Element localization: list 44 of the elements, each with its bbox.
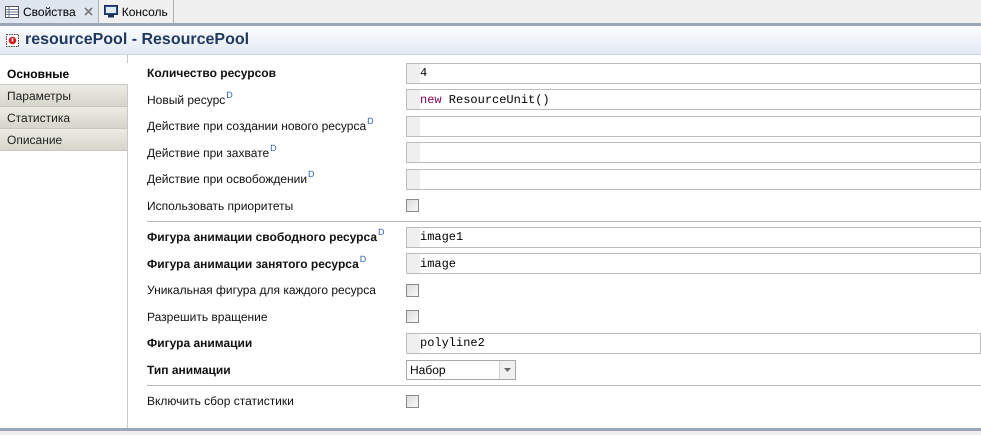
checkbox[interactable]: [406, 394, 419, 408]
property-label: Количество ресурсов: [147, 65, 276, 82]
property-label: Фигура анимации свободного ресурса: [147, 229, 377, 246]
property-label: Использовать приоритеты: [147, 198, 294, 215]
monitor-icon: [104, 5, 118, 18]
dynamic-marker: D: [367, 117, 374, 126]
sidebar-tab[interactable]: Описание: [0, 129, 127, 151]
input-field[interactable]: image: [406, 253, 981, 274]
property-label: Уникальная фигура для каждого ресурса: [147, 282, 376, 300]
property-label: Действие при освобождении: [147, 171, 308, 188]
property-label: Фигура анимации: [147, 335, 252, 352]
property-label: Разрешить вращение: [147, 308, 268, 326]
view-tab[interactable]: Свойства: [0, 0, 99, 23]
sidebar-tab[interactable]: Параметры: [0, 85, 127, 107]
dynamic-marker: D: [360, 254, 366, 264]
checkbox[interactable]: [406, 199, 419, 212]
input-field[interactable]: [406, 116, 981, 137]
close-icon[interactable]: [84, 7, 93, 16]
input-field[interactable]: new ResourceUnit(): [406, 89, 981, 110]
sidebar-tab[interactable]: Статистика: [0, 107, 127, 129]
property-label: Включить сбор статистики: [147, 393, 294, 410]
property-label: Тип анимации: [147, 362, 231, 379]
sidebar-tab[interactable]: Основные: [0, 63, 128, 85]
caret-icon: [504, 368, 511, 372]
property-label: Действие при захвате: [147, 144, 270, 162]
checkbox[interactable]: [406, 284, 419, 297]
property-label: Фигура анимации занятого ресурса: [147, 256, 359, 273]
dynamic-marker: D: [270, 144, 277, 153]
resource-pool-icon: [6, 34, 19, 46]
property-label: Действие при создании нового ресурса: [147, 118, 366, 136]
input-field[interactable]: [406, 142, 981, 164]
dynamic-marker: D: [308, 170, 315, 180]
header-title: resourcePool - ResourcePool: [25, 30, 250, 50]
property-label: Новый ресурс: [147, 92, 226, 109]
checkbox[interactable]: [406, 310, 419, 324]
view-tab[interactable]: Консоль: [98, 0, 174, 23]
input-field[interactable]: 4: [406, 62, 981, 84]
dropdown[interactable]: Набор: [406, 360, 516, 380]
dynamic-marker: D: [226, 90, 233, 100]
input-field[interactable]: polyline2: [406, 332, 981, 354]
table-icon: [5, 6, 19, 18]
input-field[interactable]: [406, 168, 981, 190]
input-field[interactable]: image1: [406, 226, 981, 248]
dynamic-marker: D: [378, 228, 384, 238]
